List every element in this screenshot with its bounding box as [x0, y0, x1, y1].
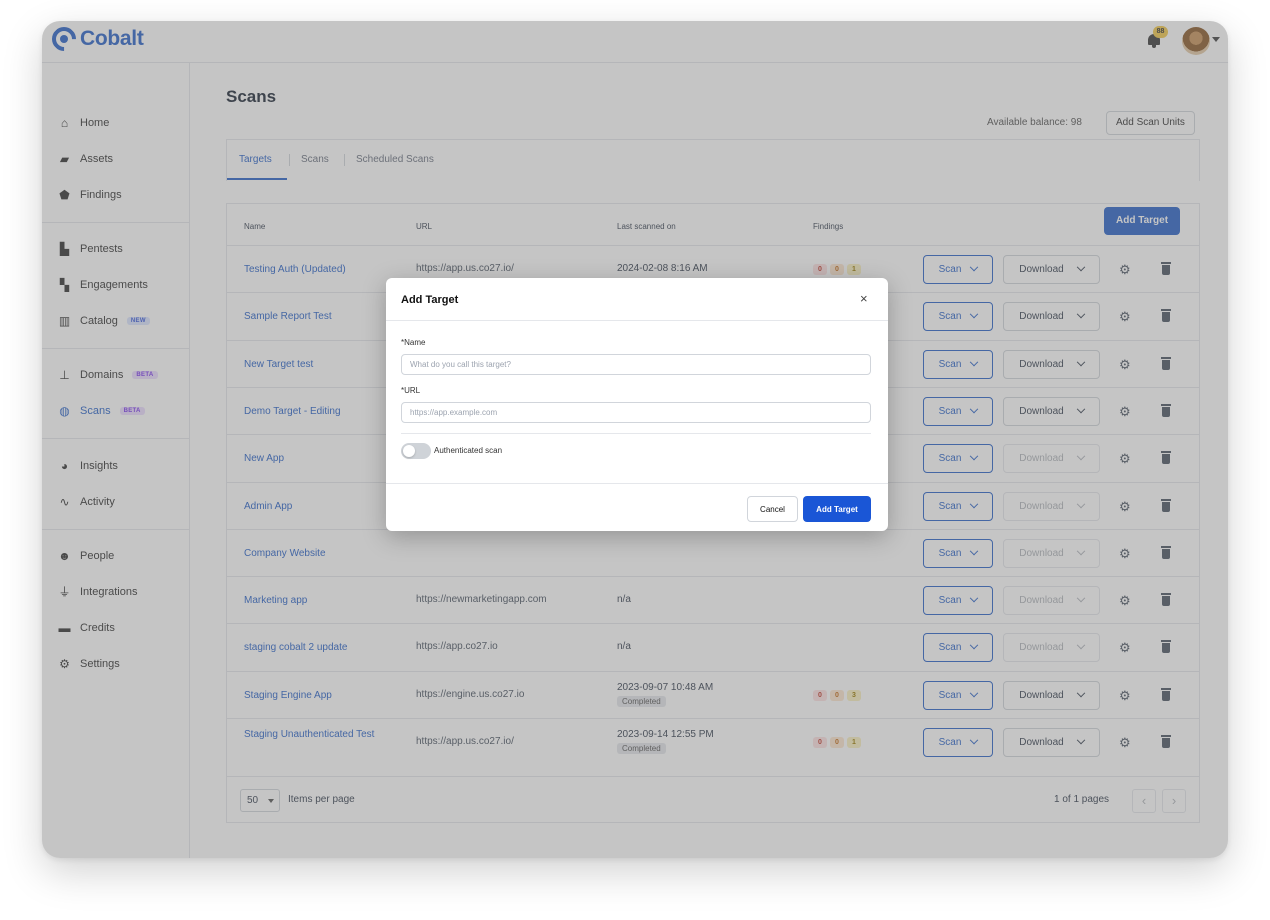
toggle-knob	[403, 445, 415, 457]
name-label: *Name	[401, 338, 426, 347]
add-target-modal: Add Target × *Name *URL Authenticated sc…	[386, 278, 888, 531]
authenticated-scan-label: Authenticated scan	[434, 446, 503, 455]
app-window: Cobalt 88 ⌂ Home ▰ Assets ⬟ Findings ▙ Pente…	[42, 21, 1228, 858]
close-icon[interactable]: ×	[860, 292, 868, 305]
cancel-button[interactable]: Cancel	[747, 496, 798, 522]
modal-divider	[386, 483, 888, 484]
url-input[interactable]	[401, 402, 871, 423]
name-input[interactable]	[401, 354, 871, 375]
modal-title: Add Target	[401, 294, 459, 306]
authenticated-scan-toggle[interactable]	[401, 443, 431, 459]
form-divider	[401, 433, 871, 434]
url-label: *URL	[401, 386, 421, 395]
add-target-submit-button[interactable]: Add Target	[803, 496, 871, 522]
modal-divider	[386, 320, 888, 321]
